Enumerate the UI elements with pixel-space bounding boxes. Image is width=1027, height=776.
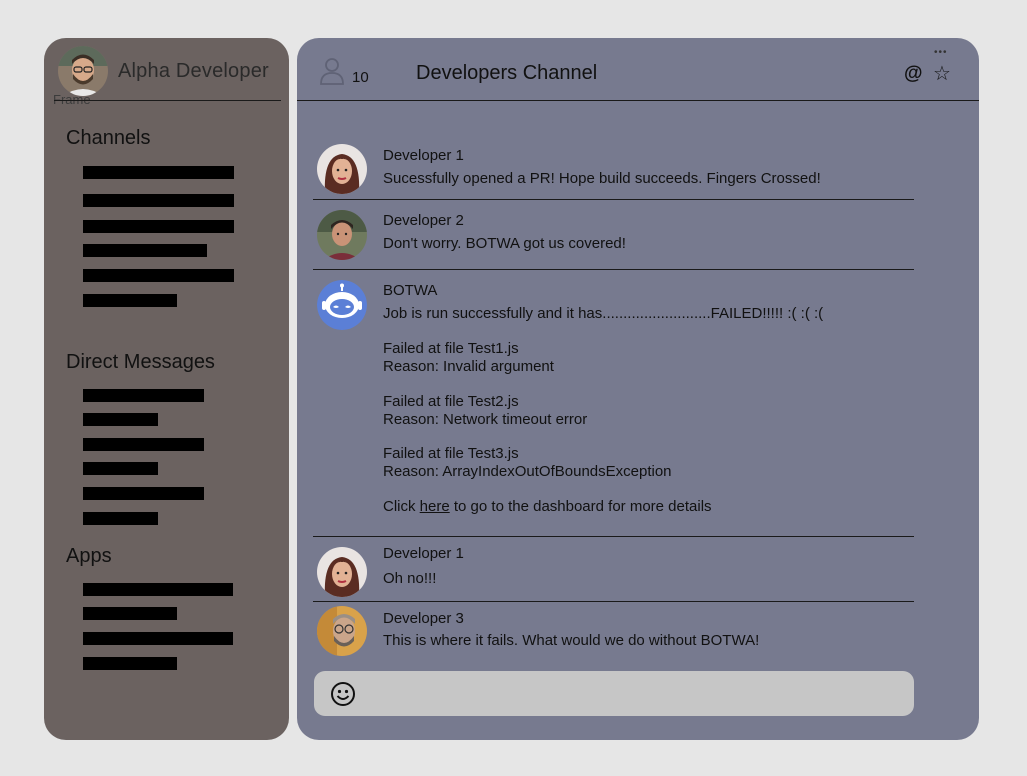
channel-item-redacted[interactable]	[83, 220, 234, 233]
message-text: Don't worry. BOTWA got us covered!	[383, 235, 626, 252]
channel-panel: 10 Developers Channel ••• @ ☆ Developer …	[297, 38, 979, 740]
member-count: 10	[352, 69, 369, 86]
dashboard-text-prefix: Click	[383, 498, 420, 515]
app-item-redacted[interactable]	[83, 632, 233, 645]
section-title-direct-messages[interactable]: Direct Messages	[66, 351, 215, 374]
app-item-redacted[interactable]	[83, 583, 233, 596]
emoji-icon[interactable]	[330, 681, 356, 712]
at-icon[interactable]: @	[904, 63, 923, 85]
app-item-redacted[interactable]	[83, 657, 177, 670]
message-text: Sucessfully opened a PR! Hope build succ…	[383, 170, 821, 187]
message-author[interactable]: Developer 3	[383, 610, 464, 627]
divider	[54, 100, 281, 101]
channel-title: Developers Channel	[416, 62, 598, 84]
divider	[313, 269, 914, 270]
failure-file: Failed at file Test1.js	[383, 340, 519, 357]
message-author[interactable]: Developer 1	[383, 147, 464, 164]
failure-file: Failed at file Test2.js	[383, 393, 519, 410]
dashboard-link[interactable]: here	[420, 498, 450, 515]
channel-item-redacted[interactable]	[83, 294, 177, 307]
message-text: Oh no!!!	[383, 570, 437, 587]
dashboard-text-suffix: to go to the dashboard for more details	[449, 498, 712, 515]
failure-reason: Reason: Invalid argument	[383, 358, 554, 375]
failure-reason: Reason: Network timeout error	[383, 411, 588, 428]
channel-item-redacted[interactable]	[83, 244, 207, 257]
sidebar: Alpha Developer Frame Channels Direct Me…	[44, 38, 289, 740]
star-icon[interactable]: ☆	[933, 61, 951, 86]
channel-item-redacted[interactable]	[83, 194, 234, 207]
message-text: This is where it fails. What would we do…	[383, 632, 760, 649]
bot-avatar[interactable]	[317, 280, 367, 330]
avatar[interactable]	[58, 46, 108, 96]
message-author[interactable]: Developer 1	[383, 545, 464, 562]
divider	[313, 601, 914, 602]
avatar[interactable]	[317, 210, 367, 260]
section-title-apps[interactable]: Apps	[66, 545, 112, 568]
avatar[interactable]	[317, 606, 367, 656]
channel-item-redacted[interactable]	[83, 166, 234, 179]
user-profile[interactable]: Alpha Developer	[58, 46, 269, 96]
avatar[interactable]	[317, 547, 367, 597]
message-input[interactable]	[314, 671, 914, 716]
user-icon[interactable]	[319, 56, 345, 91]
more-icon[interactable]: •••	[934, 47, 948, 58]
failure-reason: Reason: ArrayIndexOutOfBoundsException	[383, 463, 672, 480]
message-author[interactable]: BOTWA	[383, 282, 437, 299]
avatar[interactable]	[317, 144, 367, 194]
failure-file: Failed at file Test3.js	[383, 445, 519, 462]
app-item-redacted[interactable]	[83, 607, 177, 620]
channel-item-redacted[interactable]	[83, 269, 234, 282]
dashboard-message: Click here to go to the dashboard for mo…	[383, 498, 712, 515]
dm-item-redacted[interactable]	[83, 413, 158, 426]
dm-item-redacted[interactable]	[83, 487, 204, 500]
dm-item-redacted[interactable]	[83, 512, 158, 525]
message-text: Job is run successfully and it has......…	[383, 305, 824, 322]
divider	[297, 100, 979, 101]
divider	[313, 536, 914, 537]
message-author[interactable]: Developer 2	[383, 212, 464, 229]
user-name: Alpha Developer	[118, 59, 269, 82]
divider	[313, 199, 914, 200]
dm-item-redacted[interactable]	[83, 438, 204, 451]
dm-item-redacted[interactable]	[83, 389, 204, 402]
dm-item-redacted[interactable]	[83, 462, 158, 475]
section-title-channels[interactable]: Channels	[66, 127, 151, 150]
